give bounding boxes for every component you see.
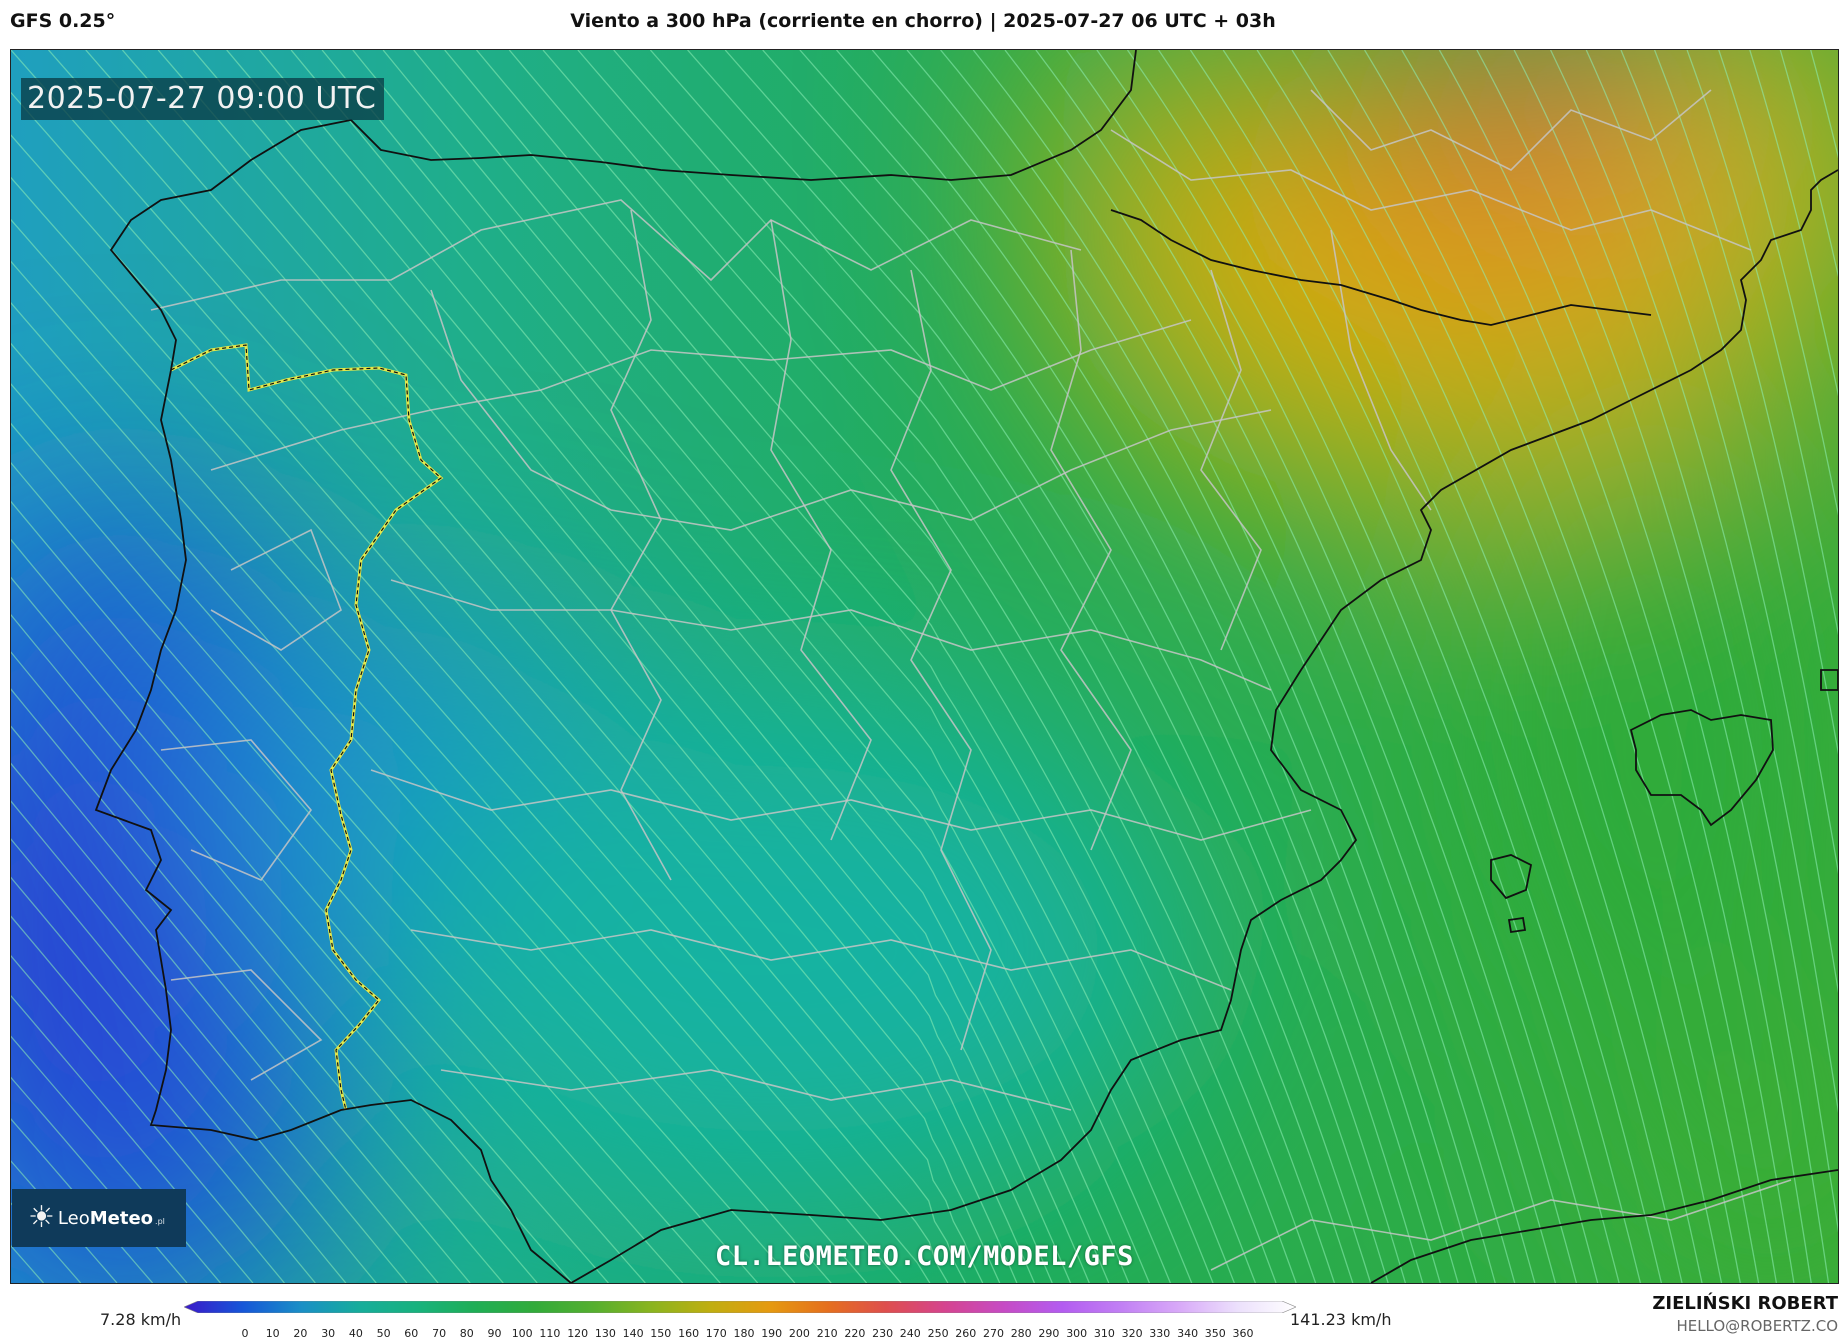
scale-tick-label: 40 xyxy=(349,1327,363,1339)
author-email: HELLO@ROBERTZ.CO xyxy=(1676,1317,1838,1335)
scale-tick-label: 120 xyxy=(567,1327,588,1339)
scale-tick-label: 240 xyxy=(900,1327,921,1339)
scale-tick-label: 90 xyxy=(488,1327,502,1339)
site-watermark: CL.LEOMETEO.COM/MODEL/GFS xyxy=(715,1241,1134,1272)
map-frame[interactable]: 2025-07-27 09:00 UTC ☀ LeoMeteo .pl CL.L… xyxy=(10,49,1839,1284)
scale-tick-label: 180 xyxy=(734,1327,755,1339)
author-name: ZIELIŃSKI ROBERT xyxy=(1652,1293,1838,1314)
map-title: Viento a 300 hPa (corriente en chorro) |… xyxy=(570,10,1276,32)
scale-tick-label: 260 xyxy=(955,1327,976,1339)
scale-tick-label: 290 xyxy=(1038,1327,1059,1339)
valid-time-label: 2025-07-27 09:00 UTC xyxy=(21,78,385,120)
scale-tick-label: 200 xyxy=(789,1327,810,1339)
scale-tick-label: 280 xyxy=(1011,1327,1032,1339)
scale-tick-label: 170 xyxy=(706,1327,727,1339)
scale-tick-label: 310 xyxy=(1094,1327,1115,1339)
wind-map[interactable] xyxy=(11,50,1838,1283)
sun-icon: ☀ xyxy=(28,1200,55,1235)
scale-tick-label: 50 xyxy=(377,1327,391,1339)
scale-tick-label: 350 xyxy=(1205,1327,1226,1339)
scale-tick-label: 130 xyxy=(595,1327,616,1339)
scale-tick-label: 140 xyxy=(623,1327,644,1339)
scale-tick-label: 230 xyxy=(872,1327,893,1339)
scale-tick-label: 330 xyxy=(1149,1327,1170,1339)
scale-tick-label: 10 xyxy=(266,1327,280,1339)
leometeo-logo[interactable]: ☀ LeoMeteo .pl xyxy=(12,1189,186,1247)
scale-tick-label: 100 xyxy=(512,1327,533,1339)
scale-tick-label: 20 xyxy=(293,1327,307,1339)
scale-tick-label: 340 xyxy=(1177,1327,1198,1339)
scale-tick-label: 0 xyxy=(242,1327,249,1339)
scale-tick-label: 30 xyxy=(321,1327,335,1339)
scale-tick-label: 360 xyxy=(1233,1327,1254,1339)
scale-tick-label: 220 xyxy=(844,1327,865,1339)
scale-tick-label: 110 xyxy=(539,1327,560,1339)
scale-tick-label: 300 xyxy=(1066,1327,1087,1339)
scale-tick-label: 250 xyxy=(928,1327,949,1339)
logo-text: LeoMeteo xyxy=(57,1207,154,1229)
scale-tick-label: 150 xyxy=(650,1327,671,1339)
scale-tick-label: 210 xyxy=(817,1327,838,1339)
scale-tick-label: 160 xyxy=(678,1327,699,1339)
scale-tick-label: 70 xyxy=(432,1327,446,1339)
scale-tick-label: 80 xyxy=(460,1327,474,1339)
scale-tick-label: 320 xyxy=(1122,1327,1143,1339)
color-scale-bar xyxy=(184,1301,1296,1313)
scale-tick-label: 190 xyxy=(761,1327,782,1339)
scale-tick-label: 60 xyxy=(404,1327,418,1339)
scale-tick-label: 270 xyxy=(983,1327,1004,1339)
logo-suffix: .pl xyxy=(155,1216,165,1226)
